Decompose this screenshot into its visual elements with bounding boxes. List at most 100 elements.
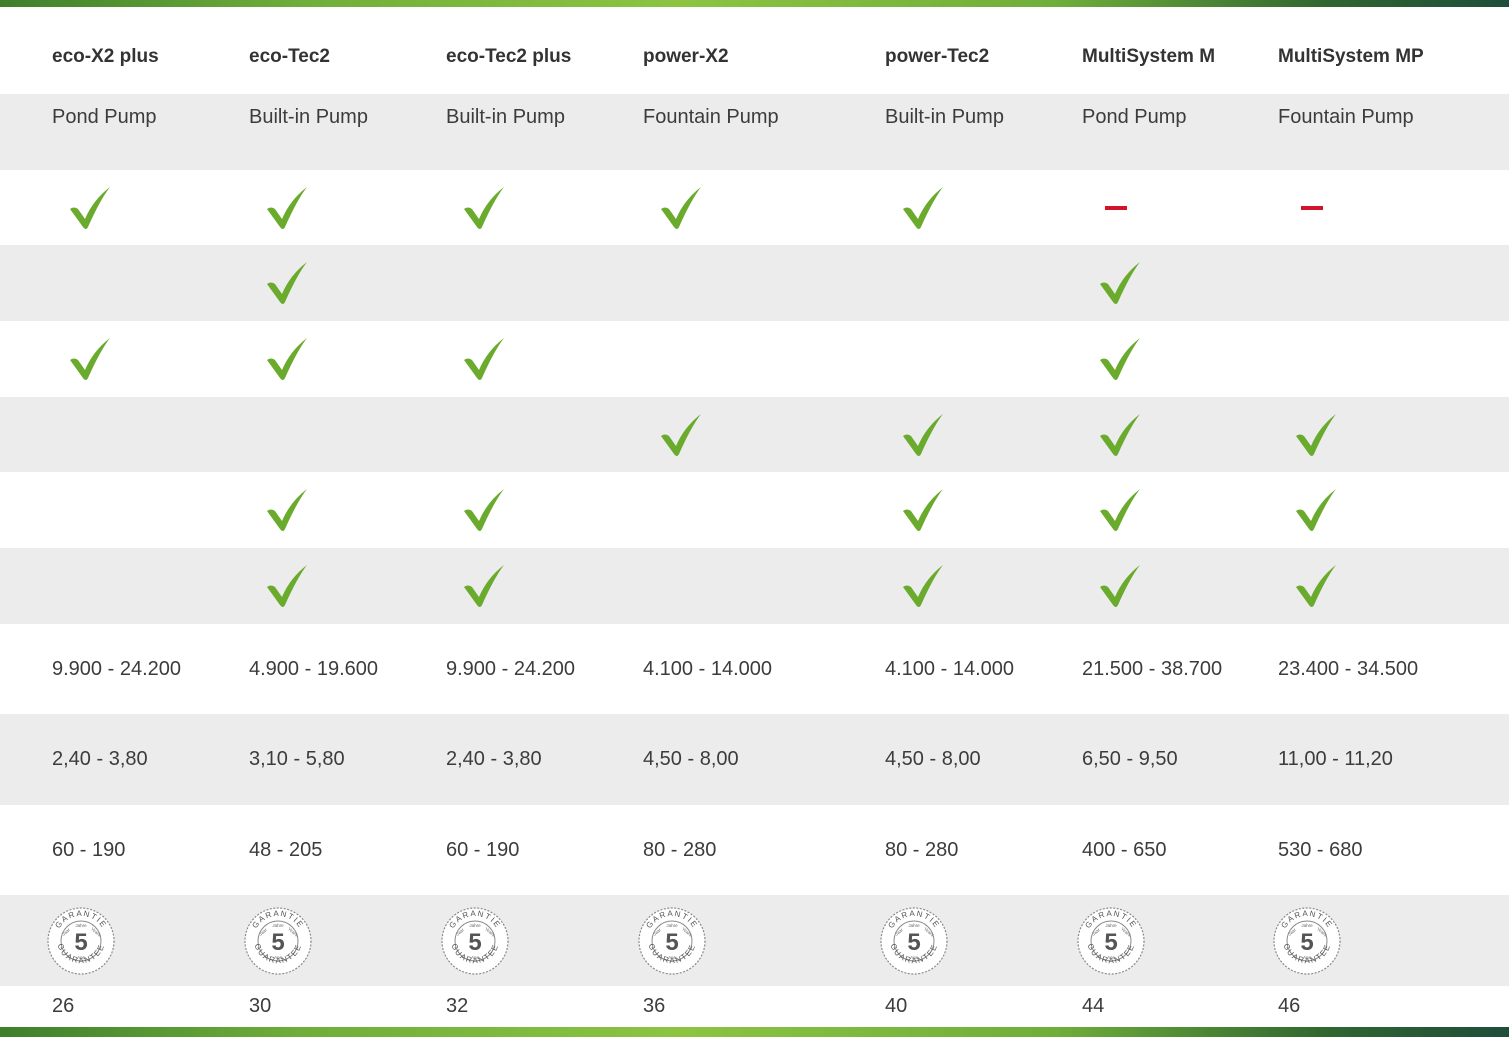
value-cell: 9.900 - 24.200 (446, 657, 575, 680)
value-cell: 60 - 190 (446, 838, 520, 861)
check-icon (1097, 397, 1143, 472)
check-icon (1293, 472, 1339, 548)
value-cell: 400 - 650 (1082, 838, 1167, 861)
page-row: 26 30 32 36 40 44 46 (0, 986, 1509, 1027)
value-cell: 4.900 - 19.600 (249, 657, 378, 680)
value-cell: 530 - 680 (1278, 838, 1363, 861)
value-cell: 2,40 - 3,80 (446, 748, 542, 770)
value-cell: 80 - 280 (643, 838, 717, 861)
product-name: eco-Tec2 plus (446, 46, 572, 67)
value-cell: 11,00 - 11,20 (1278, 748, 1393, 770)
top-accent-bar (0, 0, 1509, 7)
guarantee-5-years-seal-icon: GARANTIE GUARANTEE 5 Jahre Years Ans Jaar (440, 895, 510, 986)
value-cell: 48 - 205 (249, 838, 323, 861)
guarantee-5-years-seal-icon: GARANTIE GUARANTEE 5 Jahre Years Ans Jaar (243, 895, 313, 986)
guarantee-5-years-seal-icon: GARANTIE GUARANTEE 5 Jahre Years Ans Jaar (46, 895, 116, 986)
check-icon (264, 321, 310, 397)
value-cell: 6,50 - 9,50 (1082, 748, 1178, 770)
not-available-dash-icon (1301, 170, 1323, 245)
check-icon (264, 170, 310, 245)
product-type: Fountain Pump (643, 106, 779, 128)
value-cell: 60 - 190 (52, 838, 126, 861)
bottom-accent-bar (0, 1027, 1509, 1037)
check-icon (264, 472, 310, 548)
check-icon (1097, 548, 1143, 624)
feature-row-5 (0, 472, 1509, 548)
check-icon (1097, 245, 1143, 321)
svg-text:Ans: Ans (1107, 955, 1116, 960)
guarantee-row: GARANTIE GUARANTEE 5 Jahre Years Ans Jaar GARAN… (0, 895, 1509, 986)
value-cell: 9.900 - 24.200 (52, 657, 181, 680)
feature-row-6 (0, 548, 1509, 624)
product-name: MultiSystem M (1082, 46, 1216, 67)
value-cell: 4.100 - 14.000 (885, 657, 1014, 680)
feature-row-1 (0, 170, 1509, 245)
page-number: 32 (446, 995, 469, 1017)
value-cell: 23.400 - 34.500 (1278, 657, 1419, 680)
page-number: 26 (52, 995, 75, 1017)
svg-text:Jahre: Jahre (1105, 923, 1117, 928)
product-type: Pond Pump (1082, 106, 1187, 128)
page-number: 36 (643, 995, 666, 1017)
product-name: eco-Tec2 (249, 46, 330, 67)
product-name: power-X2 (643, 46, 729, 67)
value-row-a: 9.900 - 24.200 4.900 - 19.600 9.900 - 24.2… (0, 624, 1509, 714)
check-icon (67, 170, 113, 245)
product-type: Fountain Pump (1278, 106, 1414, 128)
svg-text:5: 5 (907, 929, 920, 956)
check-icon (461, 321, 507, 397)
check-icon (1097, 321, 1143, 397)
product-name: eco-X2 plus (52, 46, 159, 67)
feature-row-3 (0, 321, 1509, 397)
product-type: Built-in Pump (249, 106, 368, 128)
value-cell: 3,10 - 5,80 (249, 748, 345, 770)
guarantee-5-years-seal-icon: GARANTIE GUARANTEE 5 Jahre Years Ans Jaar (637, 895, 707, 986)
value-cell: 4,50 - 8,00 (643, 748, 739, 770)
svg-text:Ans: Ans (910, 955, 919, 960)
check-icon (1097, 472, 1143, 548)
check-icon (658, 397, 704, 472)
svg-text:Jahre: Jahre (272, 923, 284, 928)
product-name: power-Tec2 (885, 46, 990, 67)
check-icon (1293, 397, 1339, 472)
check-icon (658, 170, 704, 245)
check-icon (1293, 548, 1339, 624)
type-row: Pond Pump Built-in Pump Built-in Pump Fount… (0, 94, 1509, 170)
svg-text:Jahre: Jahre (1301, 923, 1313, 928)
svg-text:5: 5 (271, 929, 284, 956)
svg-text:Ans: Ans (274, 955, 283, 960)
dash-icon (1105, 205, 1127, 210)
svg-text:5: 5 (665, 929, 678, 956)
header-row: eco-X2 plus eco-Tec2 eco-Tec2 plus power-X2… (0, 20, 1509, 94)
svg-text:5: 5 (1300, 929, 1313, 956)
check-icon (264, 548, 310, 624)
product-type: Built-in Pump (885, 106, 1004, 128)
guarantee-5-years-seal-icon: GARANTIE GUARANTEE 5 Jahre Years Ans Jaar (1272, 895, 1342, 986)
value-cell: 4,50 - 8,00 (885, 748, 981, 770)
feature-row-2 (0, 245, 1509, 321)
page-number: 40 (885, 995, 908, 1017)
svg-text:Ans: Ans (471, 955, 480, 960)
value-cell: 21.500 - 38.700 (1082, 657, 1223, 680)
svg-text:5: 5 (74, 929, 87, 956)
svg-text:Jahre: Jahre (75, 923, 87, 928)
feature-row-4 (0, 397, 1509, 472)
dash-icon (1301, 205, 1323, 210)
check-icon (461, 472, 507, 548)
page-number: 44 (1082, 995, 1105, 1017)
svg-text:Jahre: Jahre (469, 923, 481, 928)
svg-text:Ans: Ans (668, 955, 677, 960)
not-available-dash-icon (1105, 170, 1127, 245)
svg-text:Ans: Ans (1303, 955, 1312, 960)
value-row-c: 60 - 190 48 - 205 60 - 190 80 - 280 80 - 280… (0, 805, 1509, 895)
value-cell: 2,40 - 3,80 (52, 748, 148, 770)
product-name: MultiSystem MP (1278, 46, 1424, 67)
product-type: Built-in Pump (446, 106, 565, 128)
value-row-b: 2,40 - 3,80 3,10 - 5,80 2,40 - 3,80 4,50 - … (0, 714, 1509, 805)
check-icon (900, 170, 946, 245)
guarantee-5-years-seal-icon: GARANTIE GUARANTEE 5 Jahre Years Ans Jaar (1076, 895, 1146, 986)
page-number: 46 (1278, 995, 1301, 1017)
value-cell: 4.100 - 14.000 (643, 657, 772, 680)
check-icon (900, 472, 946, 548)
check-icon (264, 245, 310, 321)
